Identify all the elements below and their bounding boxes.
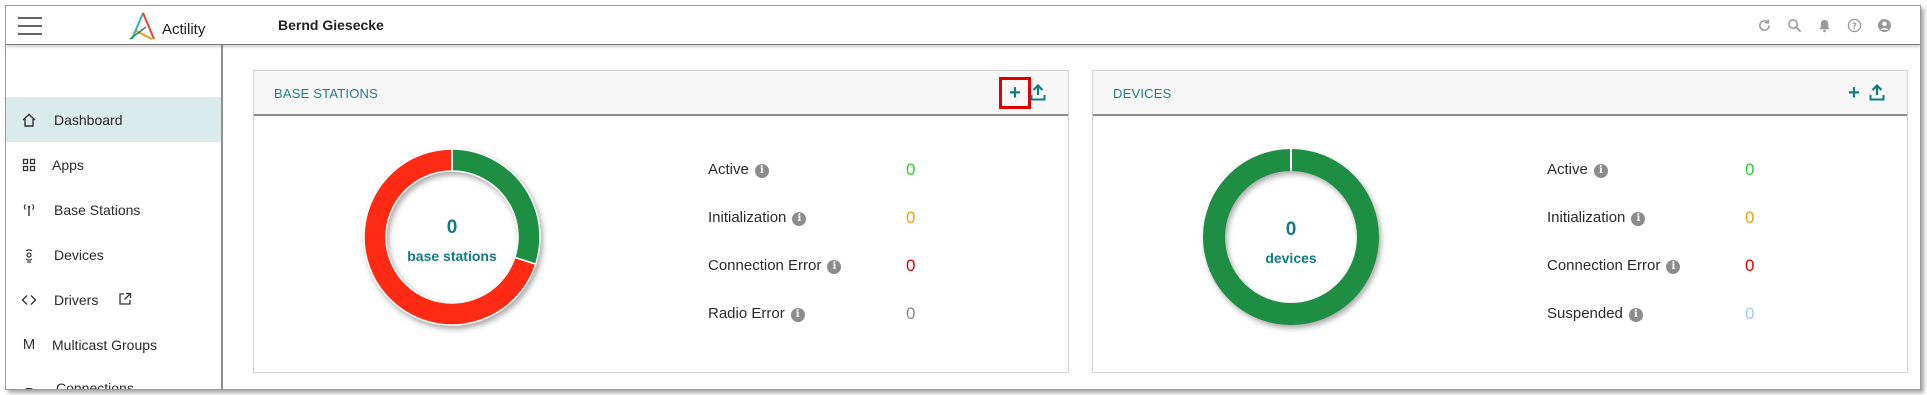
stat-row-initialization: Initialization i 0 xyxy=(1547,208,1807,257)
base-stations-count: 0 xyxy=(446,217,458,238)
bell-icon[interactable] xyxy=(1816,17,1832,33)
sidebar-item-devices[interactable]: Devices xyxy=(6,232,221,277)
stat-label: Active xyxy=(1547,161,1588,178)
info-icon[interactable]: i xyxy=(1593,163,1608,178)
top-bar: Actility Bernd Giesecke ? xyxy=(6,6,1920,45)
actility-logo-icon xyxy=(129,12,155,40)
devices-count-label: devices xyxy=(1265,250,1317,266)
stat-row-suspended: Suspended i 0 xyxy=(1547,304,1807,353)
svg-text:?: ? xyxy=(1852,20,1857,30)
stat-label: Initialization xyxy=(1547,209,1626,226)
home-icon xyxy=(20,111,38,129)
sidebar-item-label: Connections xyxy=(56,379,134,390)
card-title: BASE STATIONS xyxy=(274,86,378,101)
stat-row-connection-error: Connection Error i 0 xyxy=(1547,256,1807,305)
stat-row-radio-error: Radio Error i 0 xyxy=(708,304,968,353)
sidebar: Dashboard Apps Base Stations Devices Dri… xyxy=(6,45,223,390)
info-icon[interactable]: i xyxy=(1666,259,1681,274)
stat-label: Connection Error xyxy=(1547,257,1661,274)
stat-value[interactable]: 0 xyxy=(906,256,915,276)
stat-value[interactable]: 0 xyxy=(1745,256,1754,276)
stat-label: Radio Error xyxy=(708,305,785,322)
devices-card: DEVICES + 0 devices Active i 0 Initializ… xyxy=(1092,70,1908,373)
sidebar-item-label: Base Stations xyxy=(54,201,141,218)
stat-row-active: Active i 0 xyxy=(1547,160,1807,209)
card-header: BASE STATIONS + xyxy=(254,71,1068,116)
stat-value[interactable]: 0 xyxy=(906,304,915,324)
sidebar-item-apps[interactable]: Apps xyxy=(6,142,221,187)
info-icon[interactable]: i xyxy=(1628,307,1643,322)
upload-icon[interactable] xyxy=(1869,84,1885,102)
info-icon[interactable]: i xyxy=(827,259,842,274)
sidebar-item-label: Dashboard xyxy=(54,111,123,128)
stat-value[interactable]: 0 xyxy=(1745,304,1754,324)
info-icon[interactable]: i xyxy=(792,211,807,226)
stat-label: Suspended xyxy=(1547,305,1623,322)
devices-donut-chart: 0 devices xyxy=(1201,147,1381,327)
stat-label: Initialization xyxy=(708,209,787,226)
antenna-icon xyxy=(20,201,38,219)
device-icon xyxy=(20,246,38,264)
account-icon[interactable] xyxy=(1876,17,1892,33)
sidebar-item-dashboard[interactable]: Dashboard xyxy=(6,97,221,142)
search-icon[interactable] xyxy=(1786,17,1802,33)
sidebar-item-label: Apps xyxy=(52,156,84,173)
add-base-station-button[interactable]: + xyxy=(999,77,1031,109)
stat-row-connection-error: Connection Error i 0 xyxy=(708,256,968,305)
app-window: Actility Bernd Giesecke ? Dashboard Apps… xyxy=(5,5,1921,390)
stat-value[interactable]: 0 xyxy=(1745,208,1754,228)
user-name: Bernd Giesecke xyxy=(278,17,384,33)
stat-value[interactable]: 0 xyxy=(1745,160,1754,180)
stat-value[interactable]: 0 xyxy=(906,208,915,228)
sidebar-item-multicast-groups[interactable]: M Multicast Groups xyxy=(6,322,221,367)
external-link-icon xyxy=(119,292,132,305)
base-stations-count-label: base stations xyxy=(407,248,497,264)
apps-grid-icon xyxy=(20,156,38,174)
stat-value[interactable]: 0 xyxy=(906,160,915,180)
devices-stats: Active i 0 Initialization i 0 Connection E… xyxy=(1547,160,1807,353)
refresh-icon[interactable] xyxy=(1756,17,1772,33)
base-stations-card: BASE STATIONS + 0 base stations Active i… xyxy=(253,70,1069,373)
add-device-button[interactable]: + xyxy=(1843,82,1865,104)
info-icon[interactable]: i xyxy=(754,163,769,178)
sidebar-item-label: Multicast Groups xyxy=(52,336,158,353)
sidebar-item-connections[interactable]: Connections xyxy=(6,365,221,390)
menu-icon[interactable] xyxy=(18,17,42,35)
upload-icon[interactable] xyxy=(1030,84,1046,102)
info-icon[interactable]: i xyxy=(1631,211,1646,226)
sidebar-item-label: Drivers xyxy=(54,291,99,308)
stat-row-active: Active i 0 xyxy=(708,160,968,209)
multicast-icon: M xyxy=(22,336,36,353)
base-stations-stats: Active i 0 Initialization i 0 Connection E… xyxy=(708,160,968,353)
brand-name: Actility xyxy=(162,21,206,38)
brand-logo[interactable]: Actility xyxy=(126,9,205,43)
base-stations-donut-chart: 0 base stations xyxy=(362,147,542,327)
card-header: DEVICES + xyxy=(1093,71,1907,116)
devices-count: 0 xyxy=(1285,219,1297,240)
stat-row-initialization: Initialization i 0 xyxy=(708,208,968,257)
help-icon[interactable]: ? xyxy=(1846,17,1862,33)
dashboard-content: BASE STATIONS + 0 base stations Active i… xyxy=(223,45,1920,389)
sidebar-item-base-stations[interactable]: Base Stations xyxy=(6,187,221,232)
card-title: DEVICES xyxy=(1113,86,1172,101)
code-icon xyxy=(20,291,38,309)
stat-label: Active xyxy=(708,161,749,178)
sidebar-item-drivers[interactable]: Drivers xyxy=(6,277,221,322)
info-icon[interactable]: i xyxy=(790,307,805,322)
stat-label: Connection Error xyxy=(708,257,822,274)
connections-icon xyxy=(20,379,38,389)
sidebar-item-label: Devices xyxy=(54,246,104,263)
donut-slice-green-segment[interactable] xyxy=(451,148,541,266)
